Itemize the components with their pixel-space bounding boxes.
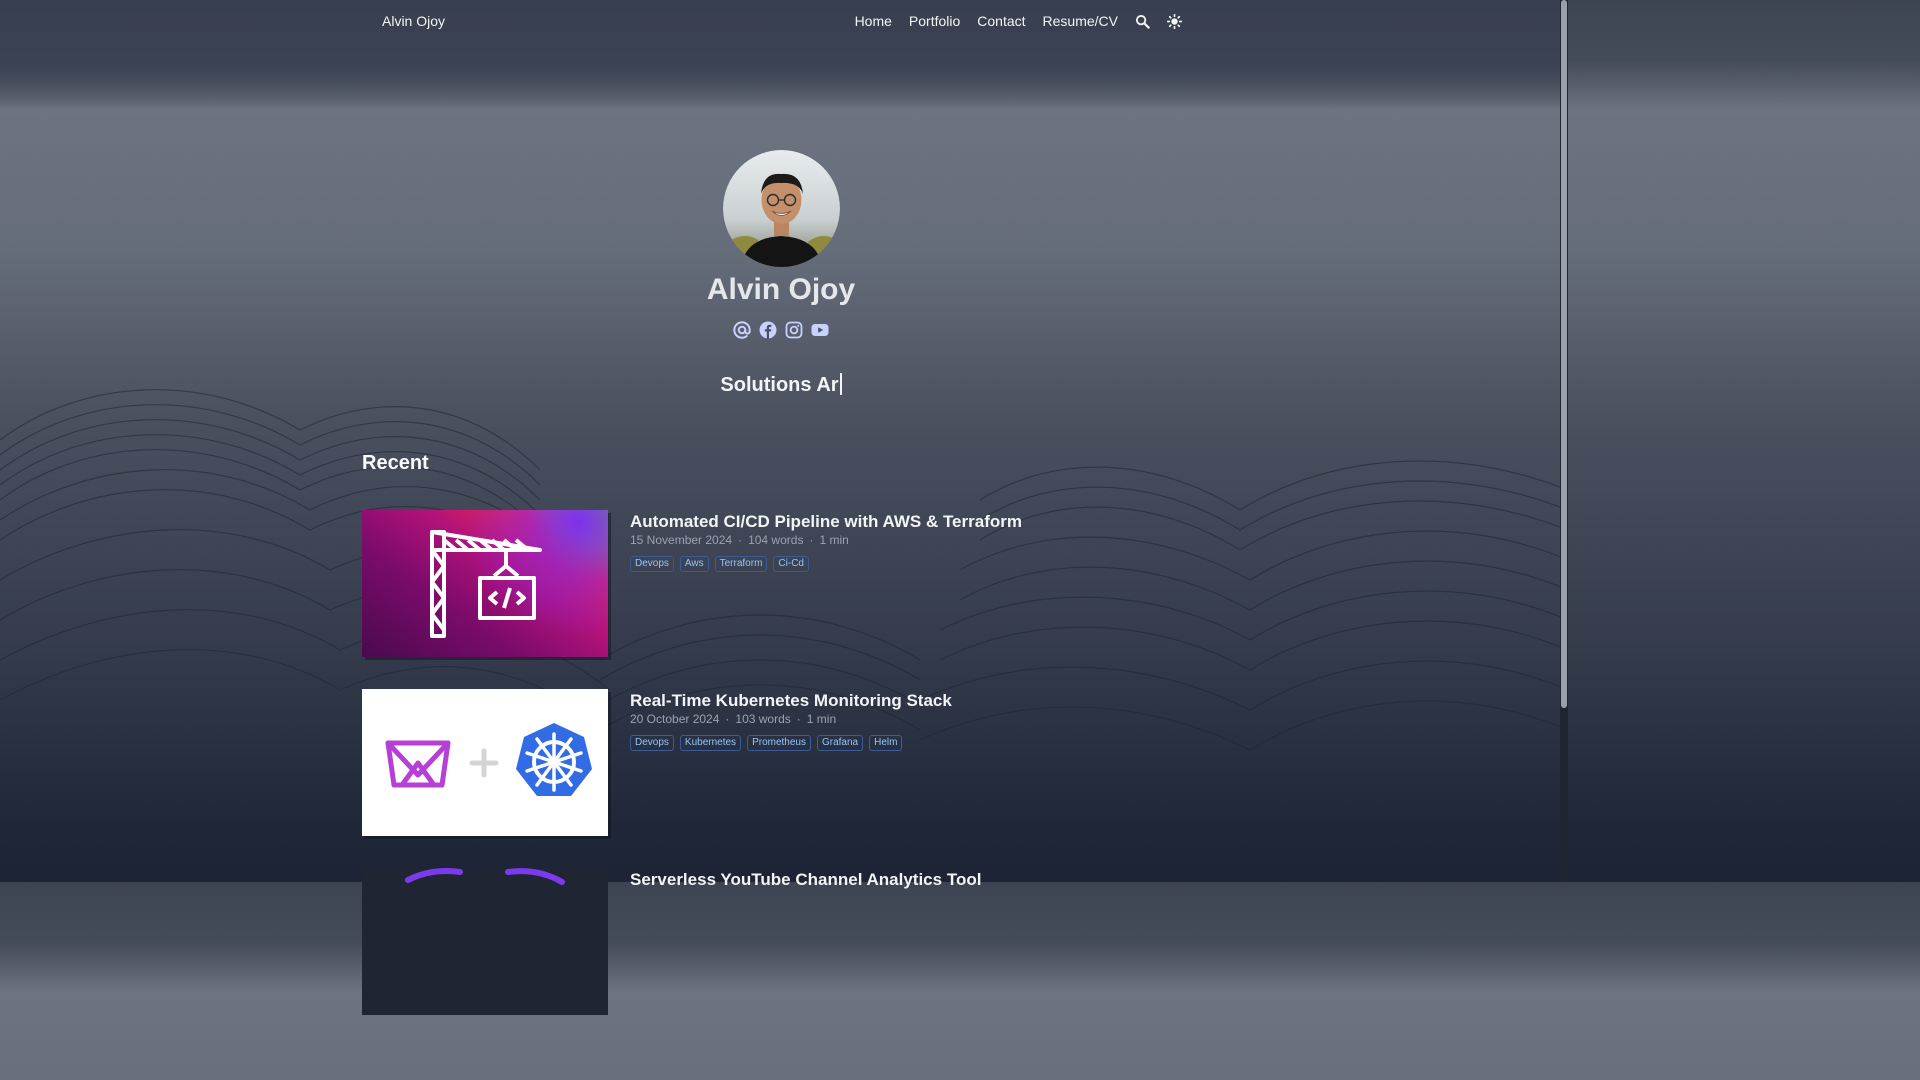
- article-thumbnail[interactable]: [362, 510, 608, 657]
- instagram-icon[interactable]: [785, 321, 803, 339]
- serverless-icon: [405, 868, 565, 885]
- article-tags: Devops Aws Terraform Ci-Cd: [630, 556, 809, 572]
- article-word-count: 103 words: [735, 712, 791, 726]
- plus-icon: [469, 748, 499, 778]
- scrollbar-thumb[interactable]: [1561, 0, 1567, 708]
- facebook-icon[interactable]: [759, 321, 777, 339]
- youtube-icon[interactable]: [811, 321, 829, 339]
- nav-resume[interactable]: Resume/CV: [1043, 13, 1118, 29]
- profile-hero: Alvin Ojoy Solutions Ar: [0, 150, 1562, 397]
- email-icon[interactable]: [733, 321, 751, 339]
- article-title[interactable]: Automated CI/CD Pipeline with AWS & Terr…: [630, 512, 1022, 532]
- avatar: [722, 150, 840, 267]
- tag-prometheus[interactable]: Prometheus: [747, 735, 811, 751]
- brand-link[interactable]: Alvin Ojoy: [382, 13, 445, 29]
- article-card[interactable]: Real-Time Kubernetes Monitoring Stack 20…: [362, 689, 1182, 837]
- prometheus-icon: [385, 740, 451, 788]
- recent-heading: Recent: [362, 452, 429, 474]
- tag-aws[interactable]: Aws: [679, 556, 709, 572]
- article-card[interactable]: Automated CI/CD Pipeline with AWS & Terr…: [362, 510, 1182, 658]
- kubernetes-icon: [516, 723, 592, 796]
- article-title[interactable]: Real-Time Kubernetes Monitoring Stack: [630, 691, 952, 711]
- article-date: 20 October 2024: [630, 712, 720, 726]
- article-word-count: 104 words: [748, 533, 804, 547]
- article-title[interactable]: Serverless YouTube Channel Analytics Too…: [630, 870, 981, 890]
- article-read-time: 1 min: [819, 533, 849, 547]
- nav-portfolio[interactable]: Portfolio: [909, 13, 960, 29]
- article-read-time: 1 min: [806, 712, 837, 726]
- nav-home[interactable]: Home: [855, 13, 892, 29]
- article-meta: 15 November 2024 · 104 words · 1 min: [630, 533, 849, 547]
- tag-ci-cd[interactable]: Ci-Cd: [773, 556, 809, 572]
- tag-devops[interactable]: Devops: [630, 556, 674, 572]
- article-meta: 20 October 2024 · 103 words · 1 min: [630, 712, 837, 726]
- tagline-text: Solutions Ar: [720, 374, 839, 396]
- search-icon[interactable]: [1135, 14, 1150, 29]
- typed-tagline: Solutions Ar: [0, 373, 1562, 397]
- tag-devops[interactable]: Devops: [630, 735, 674, 751]
- tag-kubernetes[interactable]: Kubernetes: [679, 735, 742, 751]
- social-links: [0, 321, 1562, 339]
- article-card[interactable]: Serverless YouTube Channel Analytics Too…: [362, 868, 1182, 1016]
- tag-terraform[interactable]: Terraform: [714, 556, 768, 572]
- crane-code-icon: [430, 530, 542, 638]
- profile-name: Alvin Ojoy: [706, 273, 856, 306]
- article-tags: Devops Kubernetes Prometheus Grafana Hel…: [630, 735, 903, 751]
- tag-grafana[interactable]: Grafana: [816, 735, 864, 751]
- article-thumbnail[interactable]: [362, 689, 608, 836]
- theme-toggle-icon[interactable]: [1166, 13, 1183, 29]
- page-scrollbar[interactable]: [1560, 0, 1568, 882]
- nav-contact[interactable]: Contact: [977, 13, 1025, 29]
- tag-helm[interactable]: Helm: [869, 735, 903, 751]
- article-date: 15 November 2024: [630, 533, 733, 547]
- site-header: Alvin Ojoy Home Portfolio Contact Resume…: [362, 0, 1183, 44]
- article-thumbnail[interactable]: [362, 868, 608, 1015]
- main-nav: Home Portfolio Contact Resume/CV: [855, 13, 1183, 29]
- typing-cursor: [839, 373, 842, 395]
